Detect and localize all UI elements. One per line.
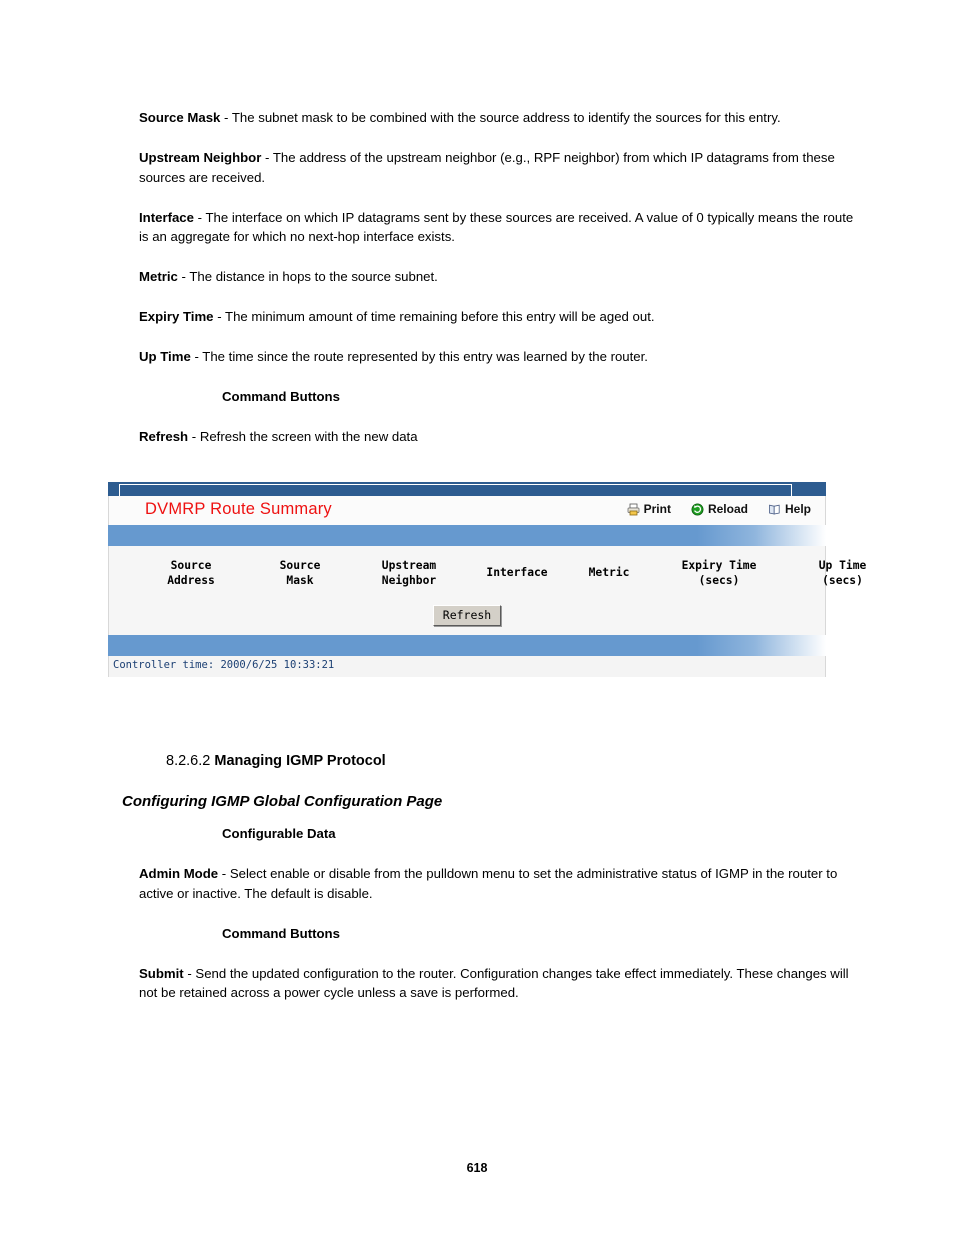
- term-submit: Submit: [139, 965, 184, 981]
- column-header-expiry-time: Expiry Time (secs): [681, 559, 757, 587]
- help-icon: [768, 503, 781, 516]
- controller-time: Controller time: 2000/6/25 10:33:21: [113, 659, 335, 671]
- reload-button[interactable]: Reload: [691, 502, 748, 516]
- section-number: 8.2.6.2: [166, 753, 215, 769]
- help-label: Help: [784, 502, 811, 516]
- app-top-bar-notch: [119, 484, 792, 496]
- text-metric: - The distance in hops to the source sub…: [177, 269, 438, 284]
- document-page: Source Mask - The subnet mask to be comb…: [0, 0, 954, 1235]
- refresh-button[interactable]: Refresh: [432, 605, 502, 626]
- app-toolbar: Print Reload Help: [627, 502, 811, 516]
- text-up-time: - The time since the route represented b…: [190, 349, 648, 364]
- section-heading: 8.2.6.2 Managing IGMP Protocol: [166, 753, 386, 769]
- app-title-bar: DVMRP Route Summary Print Reload Help: [108, 496, 826, 525]
- column-header-interface: Interface: [486, 566, 548, 579]
- heading-configurable-data: Configurable Data: [222, 826, 336, 841]
- term-expiry-time: Expiry Time: [139, 309, 214, 324]
- app-content-area: Source Address Source Mask Upstream Neig…: [108, 546, 866, 635]
- text-refresh: - Refresh the screen with the new data: [188, 429, 418, 444]
- app-band-bottom: [108, 635, 826, 656]
- paragraph-submit: Submit - Send the updated configuration …: [139, 964, 855, 1003]
- embedded-screenshot-dvmrp-route-summary: DVMRP Route Summary Print Reload Help So…: [108, 482, 866, 677]
- term-source-mask: Source Mask: [139, 110, 221, 125]
- page-title: DVMRP Route Summary: [145, 500, 332, 518]
- reload-label: Reload: [707, 502, 748, 516]
- paragraph-expiry-time: Expiry Time - The minimum amount of time…: [139, 307, 855, 327]
- app-band-top: [108, 525, 826, 546]
- help-button[interactable]: Help: [768, 502, 811, 516]
- print-icon: [627, 503, 640, 516]
- print-button[interactable]: Print: [627, 502, 671, 516]
- paragraph-upstream-neighbor: Upstream Neighbor - The address of the u…: [139, 148, 855, 187]
- document-body-bottom: Configurable Data Admin Mode - Select en…: [139, 824, 855, 1023]
- table-header-row: Source Address Source Mask Upstream Neig…: [109, 559, 866, 593]
- paragraph-source-mask: Source Mask - The subnet mask to be comb…: [139, 108, 855, 128]
- paragraph-refresh: Refresh - Refresh the screen with the ne…: [139, 427, 855, 447]
- reload-icon: [691, 503, 704, 516]
- column-header-upstream-neighbor: Upstream Neighbor: [381, 559, 437, 587]
- print-label: Print: [643, 502, 671, 516]
- paragraph-metric: Metric - The distance in hops to the sou…: [139, 267, 855, 287]
- text-interface: - The interface on which IP datagrams se…: [139, 209, 854, 245]
- text-expiry-time: - The minimum amount of time remaining b…: [213, 309, 655, 324]
- term-up-time: Up Time: [139, 349, 191, 364]
- column-header-up-time: Up Time (secs): [818, 559, 867, 587]
- heading-command-buttons: Command Buttons: [222, 389, 340, 404]
- refresh-button-container: Refresh: [109, 604, 825, 626]
- heading-command-buttons-2: Command Buttons: [222, 925, 340, 941]
- section-title: Managing IGMP Protocol: [214, 753, 386, 769]
- term-admin-mode: Admin Mode: [139, 866, 219, 881]
- term-metric: Metric: [139, 269, 178, 284]
- column-header-source-mask: Source Mask: [279, 559, 321, 587]
- term-refresh: Refresh: [139, 429, 189, 444]
- paragraph-interface: Interface - The interface on which IP da…: [139, 208, 855, 247]
- text-admin-mode: - Select enable or disable from the pull…: [139, 866, 838, 901]
- term-upstream-neighbor: Upstream Neighbor: [139, 150, 262, 165]
- section-subtitle: Configuring IGMP Global Configuration Pa…: [122, 793, 443, 810]
- term-interface: Interface: [139, 209, 194, 225]
- app-top-bar: [108, 482, 826, 496]
- column-header-source-address: Source Address: [167, 559, 215, 587]
- column-header-metric: Metric: [588, 566, 630, 579]
- document-body-top: Source Mask - The subnet mask to be comb…: [139, 108, 855, 467]
- text-submit: - Send the updated configuration to the …: [139, 965, 849, 1001]
- text-source-mask: - The subnet mask to be combined with th…: [220, 110, 781, 125]
- paragraph-up-time: Up Time - The time since the route repre…: [139, 347, 855, 367]
- app-status-bar: Controller time: 2000/6/25 10:33:21: [108, 656, 826, 677]
- paragraph-admin-mode: Admin Mode - Select enable or disable fr…: [139, 864, 855, 903]
- page-number: 618: [466, 1161, 488, 1175]
